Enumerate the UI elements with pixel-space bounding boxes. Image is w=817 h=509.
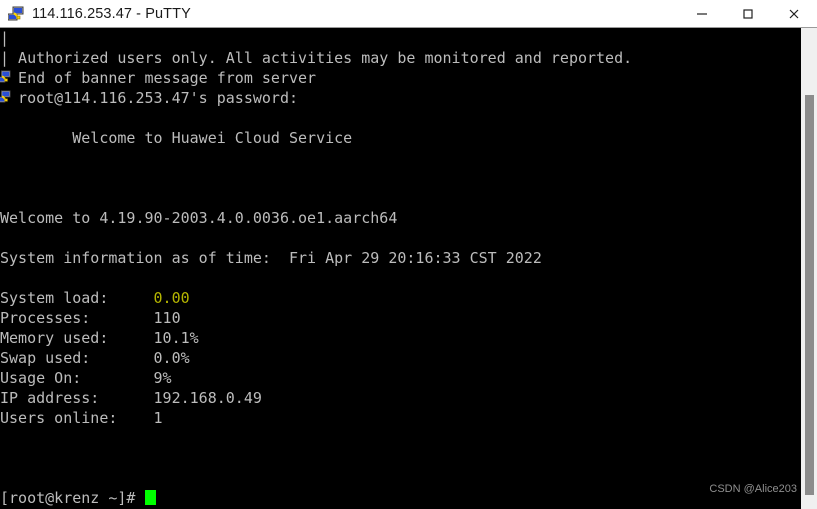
terminal-line: System information as of time: Fri Apr 2… bbox=[0, 248, 800, 268]
maximize-button[interactable] bbox=[725, 0, 771, 27]
terminal-line-text: End of banner message from server bbox=[0, 69, 317, 87]
terminal-stat-line: Processes: 110 bbox=[0, 308, 800, 328]
terminal-line: End of banner message from server bbox=[0, 68, 800, 88]
shell-prompt: [root@krenz ~]# bbox=[0, 489, 145, 507]
terminal-line: Welcome to 4.19.90-2003.4.0.0036.oe1.aar… bbox=[0, 208, 800, 228]
stat-value: 110 bbox=[153, 309, 181, 327]
stat-label: Swap used: bbox=[0, 349, 154, 367]
terminal-screen[interactable]: | | Authorized users only. All activities… bbox=[0, 28, 800, 509]
terminal-stat-line: Usage On: 9% bbox=[0, 368, 800, 388]
vertical-scrollbar[interactable] bbox=[800, 28, 817, 509]
terminal-line-text: | Authorized users only. All activities … bbox=[0, 49, 633, 67]
stat-label: IP address: bbox=[0, 389, 154, 407]
terminal-stat-line: System load: 0.00 bbox=[0, 288, 800, 308]
terminal-line-text: Welcome to 4.19.90-2003.4.0.0036.oe1.aar… bbox=[0, 209, 398, 227]
watermark: CSDN @Alice203 bbox=[709, 483, 797, 495]
stat-value: 1 bbox=[153, 409, 163, 427]
terminal-cursor bbox=[144, 490, 156, 505]
window-title: 114.116.253.47 - PuTTY bbox=[32, 5, 191, 22]
stat-label: Processes: bbox=[0, 309, 154, 327]
terminal-stat-line: IP address: 192.168.0.49 bbox=[0, 388, 800, 408]
stat-label: Users online: bbox=[0, 409, 154, 427]
minimize-button[interactable] bbox=[679, 0, 725, 27]
window-controls bbox=[679, 0, 817, 27]
terminal-line-text: Welcome to Huawei Cloud Service bbox=[0, 129, 353, 147]
terminal-line-text: System information as of time: Fri Apr 2… bbox=[0, 249, 542, 267]
terminal-line: | Authorized users only. All activities … bbox=[0, 48, 800, 68]
terminal-stat-line: Memory used: 10.1% bbox=[0, 328, 800, 348]
stat-label: System load: bbox=[0, 289, 154, 307]
terminal-prompt-line: [root@krenz ~]# bbox=[0, 488, 800, 508]
terminal-stat-line: Swap used: 0.0% bbox=[0, 348, 800, 368]
putty-computer-icon bbox=[7, 6, 24, 22]
scrollbar-thumb[interactable] bbox=[805, 95, 814, 495]
terminal-output: | | Authorized users only. All activities… bbox=[0, 28, 800, 508]
terminal-stat-line: Users online: 1 bbox=[0, 408, 800, 428]
stat-label: Memory used: bbox=[0, 329, 154, 347]
title-bar[interactable]: 114.116.253.47 - PuTTY bbox=[0, 0, 817, 28]
putty-window: 114.116.253.47 - PuTTY | | Authorized us… bbox=[0, 0, 817, 509]
stat-value: 9% bbox=[153, 369, 172, 387]
close-button[interactable] bbox=[771, 0, 817, 27]
putty-computer-icon bbox=[0, 70, 11, 84]
terminal-line: | bbox=[0, 28, 800, 48]
stat-value: 10.1% bbox=[153, 329, 199, 347]
stat-value: 192.168.0.49 bbox=[153, 389, 262, 407]
terminal-line-text: | bbox=[0, 29, 10, 47]
putty-computer-icon bbox=[0, 90, 11, 104]
stat-value: 0.00 bbox=[153, 289, 190, 307]
stat-value: 0.0% bbox=[153, 349, 190, 367]
stat-label: Usage On: bbox=[0, 369, 154, 387]
terminal-line: Welcome to Huawei Cloud Service bbox=[0, 128, 800, 148]
terminal-line: root@114.116.253.47's password: bbox=[0, 88, 800, 108]
terminal-line-text: root@114.116.253.47's password: bbox=[0, 89, 299, 107]
